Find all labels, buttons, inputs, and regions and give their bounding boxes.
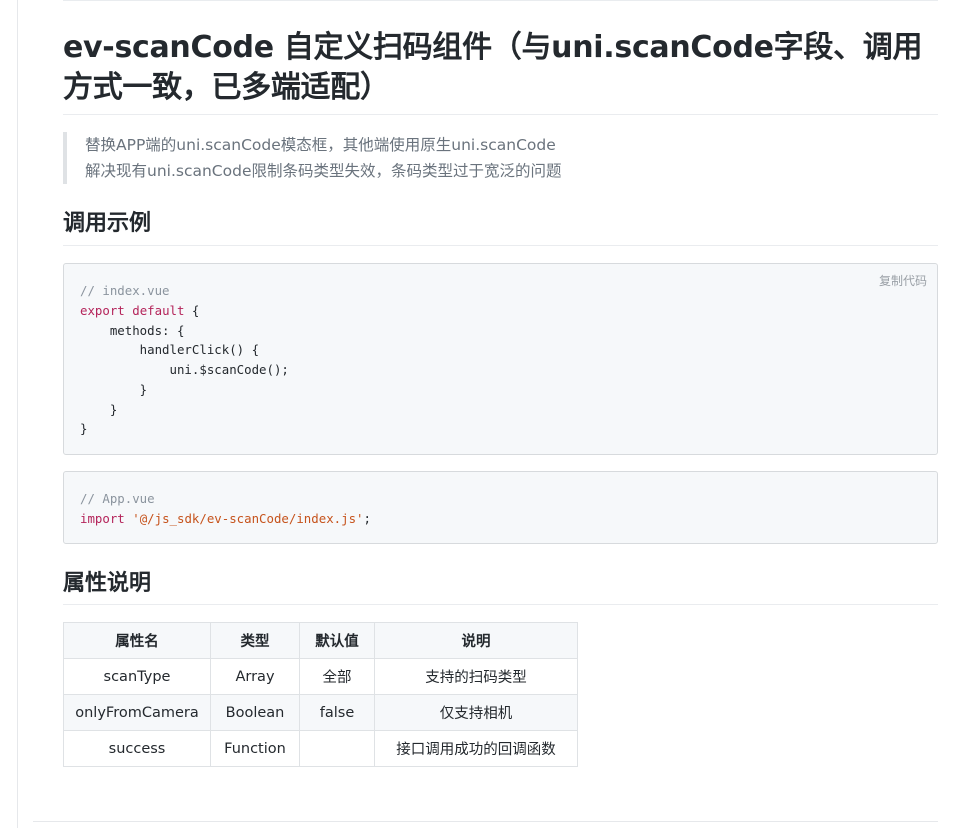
table-cell: 仅支持相机 [374,694,578,731]
copy-code-button[interactable]: 复制代码 [879,272,927,289]
code-line: } [80,381,148,397]
props-heading: 属性说明 [63,571,152,596]
table-cell: onlyFromCamera [63,694,211,731]
code-comment: // App.vue [80,491,155,506]
table-cell: 接口调用成功的回调函数 [374,730,578,767]
code-block-app-vue: // App.vue import '@/js_sdk/ev-scanCode/… [63,471,938,544]
table-row: onlyFromCamera Boolean false 仅支持相机 [63,694,578,731]
code-block-index-vue: 复制代码 // index.vue export default { metho… [63,263,938,455]
page-title: ev-scanCode 自定义扫码组件（与uni.scanCode字段、调用方式… [63,30,923,105]
code-keyword: default [132,302,185,318]
page-top-divider [63,0,938,1]
column-header: 类型 [210,622,300,659]
table-cell: success [63,730,211,767]
code-keyword: import [80,510,125,526]
table-row: scanType Array 全部 支持的扫码类型 [63,658,578,695]
code-line: methods: { [80,322,185,338]
intro-line: 替换APP端的uni.scanCode模态框，其他端使用原生uni.scanCo… [85,136,556,154]
props-table: 属性名 类型 默认值 说明 scanType Array 全部 支持的扫码类型 … [63,622,578,767]
table-cell [299,730,375,767]
code-text: { [184,302,200,318]
page-bottom-divider [33,821,938,822]
title-divider [63,114,938,115]
usage-heading-divider [63,245,938,246]
table-cell: Array [210,658,300,695]
usage-heading: 调用示例 [63,211,152,236]
table-cell: Function [210,730,300,767]
table-cell: 支持的扫码类型 [374,658,578,695]
code-content: // App.vue import '@/js_sdk/ev-scanCode/… [80,489,921,529]
code-line: } [80,401,118,417]
column-header: 说明 [374,622,578,659]
column-header: 默认值 [299,622,375,659]
intro-line: 解决现有uni.scanCode限制条码类型失效，条码类型过于宽泛的问题 [85,162,562,180]
code-comment: // index.vue [80,283,170,298]
code-line: uni.$scanCode(); [80,362,289,377]
props-heading-divider [63,604,938,605]
code-line: handlerClick() { [80,342,260,358]
table-header-row: 属性名 类型 默认值 说明 [63,622,578,659]
code-text: ; [363,510,371,526]
table-cell: 全部 [299,658,375,695]
table-cell: Boolean [210,694,300,731]
table-cell: scanType [63,658,211,695]
column-header: 属性名 [63,622,211,659]
code-keyword: export [80,302,125,318]
code-string: '@/js_sdk/ev-scanCode/index.js' [132,510,364,526]
code-content: // index.vue export default { methods: {… [80,281,921,439]
intro-blockquote: 替换APP端的uni.scanCode模态框，其他端使用原生uni.scanCo… [63,132,933,184]
table-row: success Function 接口调用成功的回调函数 [63,730,578,767]
code-line: } [80,421,88,437]
table-cell: false [299,694,375,731]
page-left-border [17,0,18,828]
